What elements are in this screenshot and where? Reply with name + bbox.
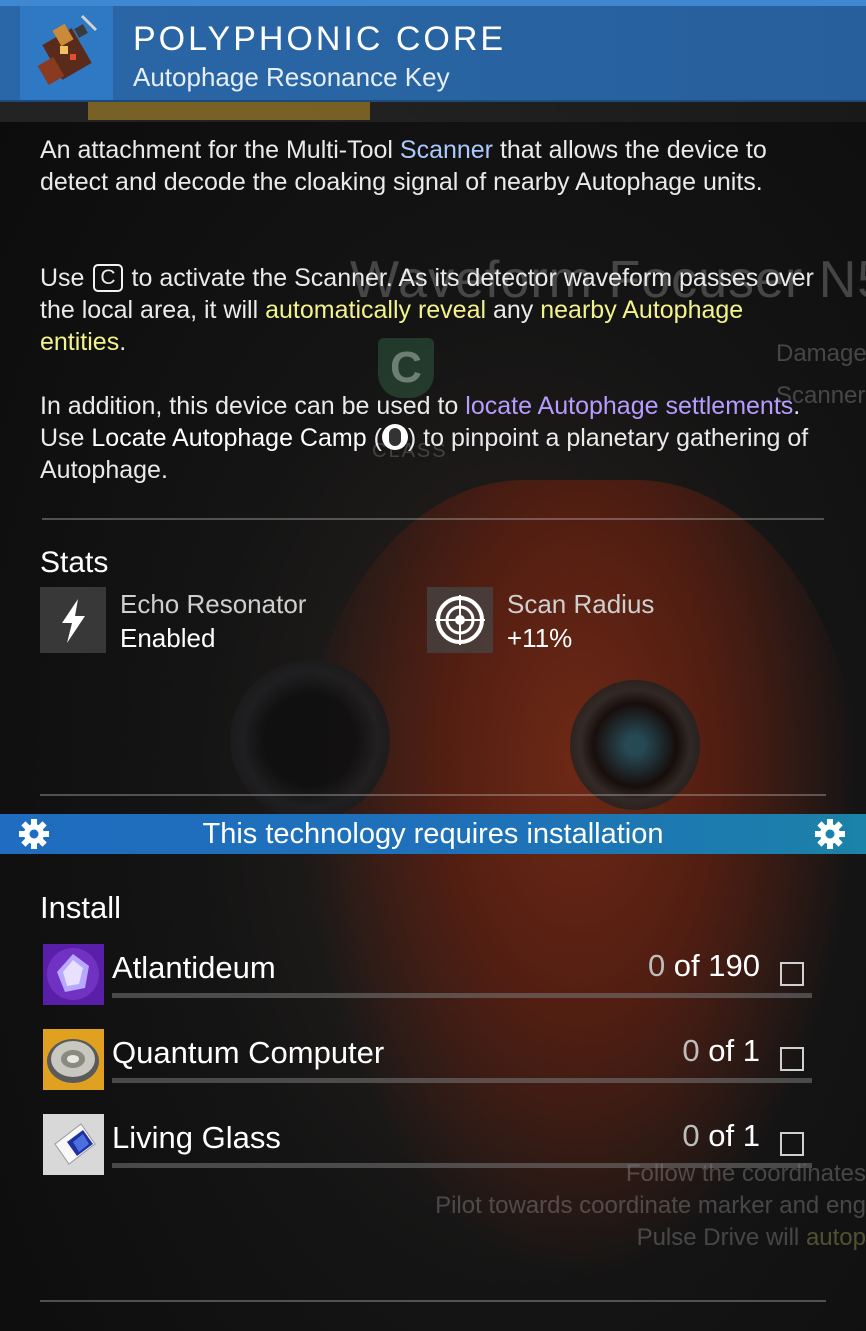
item-title: POLYPHONIC CORE (133, 20, 507, 58)
install-item-name: Living Glass (112, 1120, 281, 1155)
keyword-scanner: Scanner (399, 136, 494, 164)
install-required-text: This technology requires installation (202, 818, 664, 850)
background-lens (230, 660, 390, 820)
target-icon (427, 587, 493, 653)
install-item-count: 0 of 1 (682, 1118, 760, 1154)
install-required-banner: This technology requires installation (0, 814, 866, 854)
install-item-have: 0 (647, 948, 666, 983)
description-text: Use (40, 264, 92, 292)
description-text: ( (366, 424, 382, 452)
background-hint-line2-highlight: autop (805, 1224, 866, 1251)
divider (40, 794, 826, 796)
install-item-progress-bar (112, 1078, 812, 1083)
stat-label-echo-resonator: Echo Resonator (120, 589, 307, 619)
background-hint-line2-text: Pulse Drive will (636, 1224, 806, 1251)
lightning-icon (40, 587, 106, 653)
description-text: In addition, this device can be used to (40, 392, 466, 420)
background-lens-secondary (570, 680, 700, 810)
install-item-required: of 190 (665, 948, 760, 983)
install-item-count: 0 of 1 (682, 1033, 760, 1069)
stat-value-scan-radius: +11% (507, 623, 573, 653)
install-item-name: Quantum Computer (112, 1035, 385, 1070)
description-text: any (486, 296, 541, 324)
description-paragraph-1: An attachment for the Multi-Tool Scanner… (40, 134, 830, 198)
description-paragraph-2: Use C to activate the Scanner. As its de… (40, 262, 830, 358)
install-item-name: Atlantideum (112, 950, 276, 985)
gear-icon (815, 819, 845, 849)
mouse-button-icon (381, 424, 408, 450)
polyphonic-core-icon (20, 6, 113, 100)
install-item-progress-bar (112, 1163, 812, 1168)
key-c-glyph: C (93, 264, 123, 292)
background-hint-line2: Pulse Drive will autop (637, 1224, 866, 1252)
install-item-required: of 1 (699, 1033, 760, 1068)
install-item-checkbox[interactable] (780, 1132, 804, 1156)
stat-value-echo-resonator: Enabled (120, 623, 216, 653)
install-item-checkbox[interactable] (780, 1047, 804, 1071)
install-heading: Install (40, 890, 121, 925)
description-text: . (119, 328, 127, 356)
description-text: An attachment for the Multi-Tool (40, 136, 400, 164)
background-active-tab (88, 100, 370, 120)
install-item-checkbox[interactable] (780, 962, 804, 986)
action-locate-autophage-camp: Locate Autophage Camp (91, 424, 367, 452)
divider (40, 1300, 826, 1302)
quantum-computer-icon (43, 1029, 104, 1090)
install-item-have: 0 (682, 1033, 700, 1068)
item-header: POLYPHONIC CORE Autophage Resonance Key (0, 6, 866, 102)
install-item-count: 0 of 190 (648, 948, 760, 984)
background-hint-line1: Pilot towards coordinate marker and eng (435, 1192, 866, 1219)
item-subtitle: Autophage Resonance Key (133, 62, 450, 92)
install-item-required: of 1 (699, 1118, 760, 1153)
divider (42, 518, 824, 520)
install-item-progress-bar (112, 993, 812, 998)
description-paragraph-3: In addition, this device can be used to … (40, 390, 830, 486)
stat-label-scan-radius: Scan Radius (507, 589, 655, 619)
keyword-automatically-reveal: automatically reveal (265, 296, 487, 324)
atlantideum-icon (43, 944, 104, 1005)
stats-heading: Stats (40, 546, 109, 579)
install-item-have: 0 (682, 1118, 700, 1153)
living-glass-icon (43, 1114, 104, 1175)
keyword-locate-settlements: locate Autophage settlements (465, 392, 794, 420)
